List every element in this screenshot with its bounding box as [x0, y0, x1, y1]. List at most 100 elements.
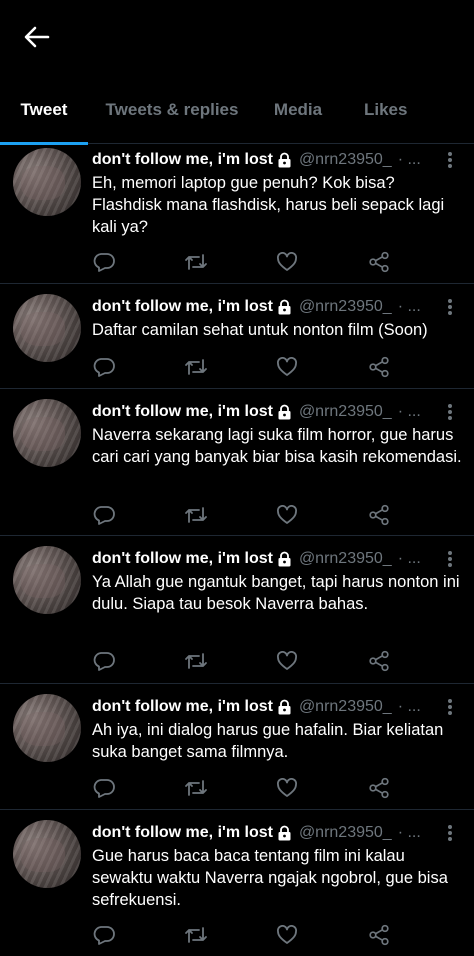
more-options-button[interactable]	[442, 150, 458, 170]
reply-button[interactable]	[92, 355, 116, 379]
tab-tweet[interactable]: Tweet	[0, 88, 88, 145]
retweet-button[interactable]	[184, 776, 208, 800]
share-icon	[369, 777, 389, 799]
more-options-button[interactable]	[442, 697, 458, 717]
display-name[interactable]: don't follow me, i'm lost	[92, 298, 273, 316]
like-button[interactable]	[275, 776, 299, 800]
more-vertical-icon	[448, 551, 452, 567]
share-icon	[369, 356, 389, 378]
user-handle[interactable]: @nrn23950_	[299, 550, 392, 568]
tweet-item[interactable]: don't follow me, i'm lost @nrn23950_ · .…	[0, 684, 474, 810]
retweet-button[interactable]	[184, 923, 208, 947]
more-options-button[interactable]	[442, 549, 458, 569]
reply-icon	[93, 358, 115, 377]
tab-likes[interactable]: Likes	[340, 88, 474, 144]
share-button[interactable]	[367, 355, 391, 379]
tweet-text: Ah iya, ini dialog harus gue hafalin. Bi…	[92, 721, 444, 761]
lock-icon	[277, 152, 293, 168]
display-name[interactable]: don't follow me, i'm lost	[92, 824, 273, 842]
display-name[interactable]: don't follow me, i'm lost	[92, 151, 273, 169]
more-vertical-icon	[448, 404, 452, 420]
user-handle[interactable]: @nrn23950_	[299, 403, 392, 421]
tab-label: Tweet	[20, 100, 68, 119]
share-icon	[369, 504, 389, 526]
like-button[interactable]	[275, 649, 299, 673]
tab-tweets-and-replies[interactable]: Tweets & replies	[88, 88, 256, 144]
reply-icon	[93, 926, 115, 945]
user-handle[interactable]: @nrn23950_	[299, 151, 392, 169]
reply-button[interactable]	[92, 923, 116, 947]
user-handle[interactable]: @nrn23950_	[299, 298, 392, 316]
user-handle[interactable]: @nrn23950_	[299, 824, 392, 842]
tweet-meta: · ...	[397, 550, 421, 567]
reply-button[interactable]	[92, 776, 116, 800]
tab-label: Tweets & replies	[105, 100, 239, 119]
avatar[interactable]	[13, 294, 81, 362]
tweet-header: don't follow me, i'm lost @nrn23950_ · .…	[92, 297, 462, 317]
more-vertical-icon	[448, 299, 452, 315]
share-icon	[369, 251, 389, 273]
tweet-feed: don't follow me, i'm lost @nrn23950_ · .…	[0, 144, 474, 956]
like-button[interactable]	[275, 923, 299, 947]
heart-icon	[277, 925, 297, 944]
display-name[interactable]: don't follow me, i'm lost	[92, 698, 273, 716]
tab-label: Likes	[364, 100, 408, 119]
reply-icon	[93, 652, 115, 671]
like-button[interactable]	[275, 250, 299, 274]
share-button[interactable]	[367, 649, 391, 673]
retweet-icon	[185, 653, 207, 669]
tweet-item[interactable]: don't follow me, i'm lost @nrn23950_ · .…	[0, 144, 474, 284]
lock-icon	[277, 404, 293, 420]
retweet-button[interactable]	[184, 649, 208, 673]
back-button[interactable]	[18, 20, 56, 54]
tweet-item[interactable]: don't follow me, i'm lost @nrn23950_ · .…	[0, 536, 474, 684]
share-button[interactable]	[367, 503, 391, 527]
reply-button[interactable]	[92, 503, 116, 527]
reply-icon	[93, 779, 115, 798]
tweet-meta: · ...	[397, 698, 421, 715]
heart-icon	[277, 252, 297, 271]
retweet-icon	[185, 254, 207, 270]
tweet-meta: · ...	[397, 824, 421, 841]
tweet-text: Daftar camilan sehat untuk nonton film (…	[92, 321, 428, 339]
tweet-actions	[92, 355, 392, 379]
like-button[interactable]	[275, 503, 299, 527]
heart-icon	[277, 651, 297, 670]
more-options-button[interactable]	[442, 823, 458, 843]
tweet-header: don't follow me, i'm lost @nrn23950_ · .…	[92, 402, 462, 422]
share-button[interactable]	[367, 776, 391, 800]
user-handle[interactable]: @nrn23950_	[299, 698, 392, 716]
tweet-header: don't follow me, i'm lost @nrn23950_ · .…	[92, 150, 462, 170]
display-name[interactable]: don't follow me, i'm lost	[92, 403, 273, 421]
avatar[interactable]	[13, 694, 81, 762]
tweet-actions	[92, 250, 392, 274]
lock-icon	[277, 299, 293, 315]
tweet-header: don't follow me, i'm lost @nrn23950_ · .…	[92, 697, 462, 717]
more-options-button[interactable]	[442, 402, 458, 422]
reply-button[interactable]	[92, 250, 116, 274]
tab-media[interactable]: Media	[256, 88, 340, 144]
reply-button[interactable]	[92, 649, 116, 673]
avatar[interactable]	[13, 148, 81, 216]
tweet-item[interactable]: don't follow me, i'm lost @nrn23950_ · .…	[0, 810, 474, 956]
retweet-icon	[185, 359, 207, 375]
retweet-button[interactable]	[184, 503, 208, 527]
avatar[interactable]	[13, 820, 81, 888]
retweet-icon	[185, 927, 207, 943]
like-button[interactable]	[275, 355, 299, 379]
heart-icon	[277, 505, 297, 524]
tweet-item[interactable]: don't follow me, i'm lost @nrn23950_ · .…	[0, 284, 474, 389]
share-button[interactable]	[367, 923, 391, 947]
share-icon	[369, 650, 389, 672]
avatar[interactable]	[13, 546, 81, 614]
tweet-item[interactable]: don't follow me, i'm lost @nrn23950_ · .…	[0, 389, 474, 536]
share-button[interactable]	[367, 250, 391, 274]
more-options-button[interactable]	[442, 297, 458, 317]
retweet-icon	[185, 780, 207, 796]
retweet-button[interactable]	[184, 355, 208, 379]
avatar[interactable]	[13, 399, 81, 467]
more-vertical-icon	[448, 825, 452, 841]
display-name[interactable]: don't follow me, i'm lost	[92, 550, 273, 568]
tweet-header: don't follow me, i'm lost @nrn23950_ · .…	[92, 823, 462, 843]
retweet-button[interactable]	[184, 250, 208, 274]
